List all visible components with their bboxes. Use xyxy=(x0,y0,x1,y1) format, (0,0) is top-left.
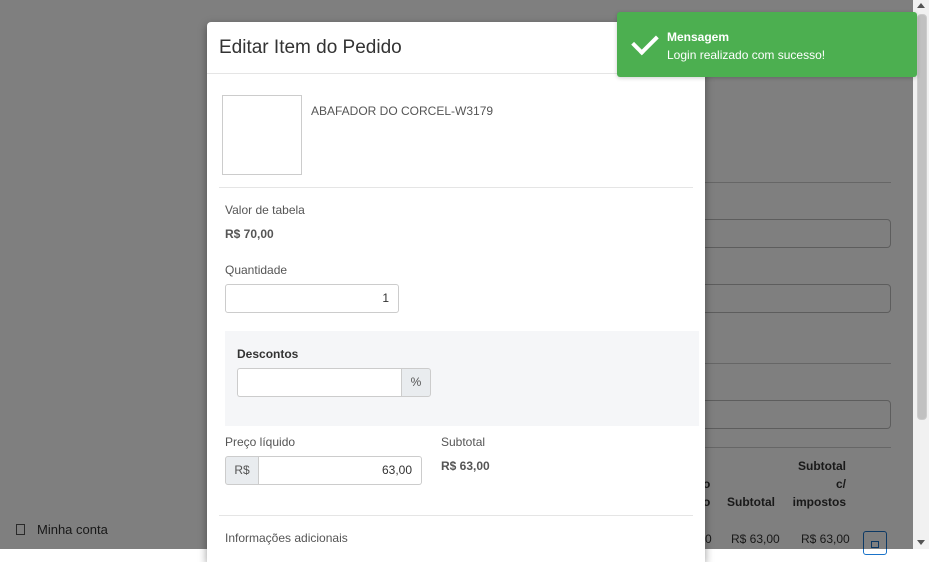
net-price-input[interactable]: 63,00 xyxy=(258,456,422,485)
scrollbar[interactable] xyxy=(913,0,929,549)
scroll-up-icon[interactable] xyxy=(917,3,925,8)
currency-addon: R$ xyxy=(225,456,259,485)
additional-info-label: Informações adicionais xyxy=(225,531,348,545)
table-price-label: Valor de tabela xyxy=(225,203,305,217)
check-icon xyxy=(631,27,659,56)
divider xyxy=(219,187,693,188)
product-image xyxy=(222,95,302,175)
modal-title: Editar Item do Pedido xyxy=(219,36,402,58)
edit-item-modal: Editar Item do Pedido ABAFADOR DO CORCEL… xyxy=(207,22,705,562)
toast-message: Login realizado com sucesso! xyxy=(667,48,826,62)
quantity-input[interactable]: 1 xyxy=(225,284,399,313)
discounts-title: Descontos xyxy=(237,347,299,361)
scroll-down-icon[interactable] xyxy=(917,540,925,545)
product-summary: ABAFADOR DO CORCEL-W3179 xyxy=(222,95,493,175)
quantity-label: Quantidade xyxy=(225,263,288,277)
discounts-panel: Descontos % xyxy=(225,331,699,426)
divider xyxy=(219,515,693,516)
subtotal-label: Subtotal xyxy=(441,435,486,449)
product-name: ABAFADOR DO CORCEL-W3179 xyxy=(311,104,494,118)
net-price-label: Preço líquido xyxy=(225,435,296,449)
scrollbar-thumb[interactable] xyxy=(917,14,927,420)
discount-input[interactable] xyxy=(237,368,401,397)
percent-addon: % xyxy=(401,368,431,397)
success-toast[interactable]: Mensagem Login realizado com sucesso! xyxy=(617,12,917,77)
subtotal-value: R$ 63,00 xyxy=(441,459,490,473)
toast-title: Mensagem xyxy=(667,30,730,44)
table-price-value: R$ 70,00 xyxy=(225,227,274,241)
